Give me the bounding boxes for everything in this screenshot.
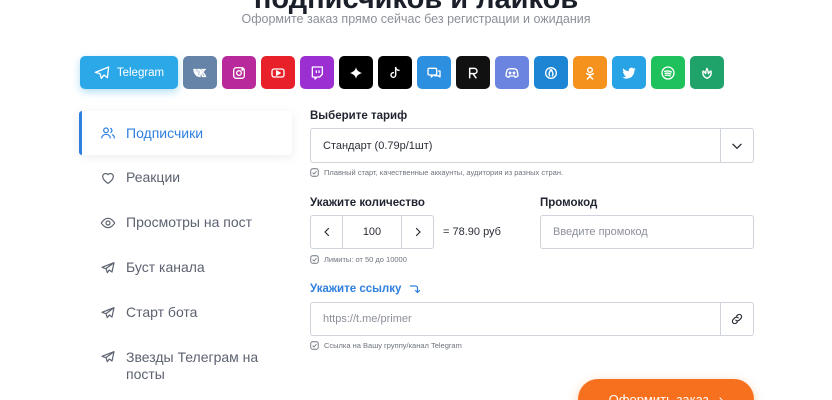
tiktok-icon [390,66,400,78]
tariff-hint: Плавный старт, качественные аккаунты, ау… [310,168,563,177]
tariff-hint-text: Плавный старт, качественные аккаунты, ау… [324,168,564,177]
link-label-text: Укажите ссылку [310,283,402,295]
sidebar-item-label: Старт бота [126,304,198,320]
platform-discord-button[interactable] [495,56,529,89]
sidebar-item-views[interactable]: Просмотры на пост [79,214,292,231]
chevron-right-icon: › [718,391,724,400]
check-icon [310,168,319,177]
tariff-select[interactable]: Стандарт (0.79р/1шт) [310,128,754,163]
heart-icon [100,170,116,186]
link-hint: Ссылка на Вашу группу/канал Telegram [310,341,462,350]
platform-likee-button[interactable] [534,56,568,89]
sidebar-item-label: Подписчики [126,125,204,141]
telegram-icon [94,65,110,79]
sidebar-item-boost[interactable]: Буст канала [79,259,292,276]
sidebar-item-label: Звезды Телеграм на посты [126,349,259,382]
ok-icon [585,66,595,80]
sidebar-item-label: Буст канала [126,259,205,275]
submit-order-label: Оформить заказ [608,391,709,400]
platform-spotify-button[interactable] [651,56,685,89]
check-icon [310,255,319,264]
link-label: Укажите ссылку [310,283,421,295]
send-icon [100,349,116,365]
platform-telegram-button[interactable]: Telegram [80,56,178,89]
quantity-label: Укажите количество [310,197,425,209]
link-hint-text: Ссылка на Вашу группу/канал Telegram [324,341,462,350]
submit-order-button[interactable]: Оформить заказ › [578,379,754,400]
platform-vk-button[interactable] [183,56,217,89]
platform-youtube-button[interactable] [261,56,295,89]
promo-input[interactable]: Введите промокод [540,215,754,249]
vk-icon [193,68,207,77]
platform-tiktok-button[interactable] [378,56,412,89]
send-icon [100,260,116,276]
platform-threads-button[interactable] [339,56,373,89]
chevron-right-icon [415,227,421,237]
instagram-icon [233,66,245,79]
increment-button[interactable] [401,216,433,248]
rutube-icon [468,67,478,79]
chevron-left-icon [323,227,329,237]
send-icon [100,305,116,321]
quantity-stepper: 100 [310,215,434,249]
spotify-icon [661,65,675,80]
twitter-icon [622,67,636,79]
quantity-hint: Лимиты: от 50 до 10000 [310,255,407,264]
eye-icon [100,215,116,231]
sidebar-item-stars[interactable]: Звезды Телеграм на посты [79,349,292,383]
chat-icon [427,67,441,78]
platform-twitter-button[interactable] [612,56,646,89]
sidebar-item-reactions[interactable]: Реакции [79,169,292,186]
users-icon [100,125,116,141]
promo-label: Промокод [540,197,598,209]
quantity-hint-text: Лимиты: от 50 до 10000 [324,255,407,264]
promo-placeholder: Введите промокод [553,226,648,238]
platform-other-button[interactable] [690,56,724,89]
price-total: = 78.90 руб [443,226,501,238]
decrement-button[interactable] [311,216,343,248]
tariff-value: Стандарт (0.79р/1шт) [323,139,433,152]
leaf-icon [702,67,712,79]
sidebar-item-label: Реакции [126,169,181,185]
platform-twitch-button[interactable] [300,56,334,89]
platform-instagram-button[interactable] [222,56,256,89]
platform-chat-button[interactable] [417,56,451,89]
youtube-icon [271,67,285,78]
discord-icon [505,67,519,78]
tariff-label: Выберите тариф [310,110,408,122]
sparkle-icon [350,66,362,79]
hero-subtitle: Оформите заказ прямо сейчас без регистра… [241,12,591,26]
link-icon[interactable] [720,303,753,335]
link-input[interactable]: https://t.me/primer [310,302,754,336]
platform-ok-button[interactable] [573,56,607,89]
chevron-down-icon[interactable] [720,129,753,162]
sidebar-item-label: Просмотры на пост [126,214,253,230]
arrow-down-right-icon [410,285,421,294]
twitch-icon [311,65,323,80]
check-icon [310,341,319,350]
platform-rutube-button[interactable] [456,56,490,89]
sidebar-item-bot-start[interactable]: Старт бота [79,304,292,321]
sidebar-item-subscribers[interactable]: Подписчики [79,111,292,155]
swirl-icon [545,66,557,79]
quantity-value[interactable]: 100 [343,216,401,248]
platform-telegram-label: Telegram [116,66,165,79]
link-placeholder: https://t.me/primer [323,313,412,325]
